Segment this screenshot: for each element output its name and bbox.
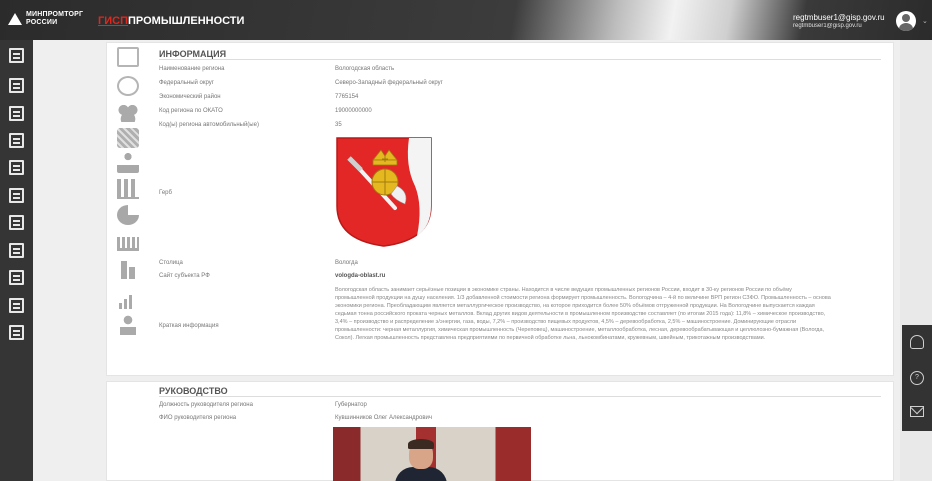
top-header: МИНПРОМТОРГ РОССИИ ГИСП ПРОМЫШЛЕННОСТИ r… [0,0,932,40]
row-value: Кувшинников Олег Александрович [335,415,433,421]
user-avatar-icon[interactable] [896,11,916,31]
industry-category-icon[interactable] [117,259,139,279]
governor-portrait [395,439,447,481]
coat-of-arms-image [336,137,432,247]
row-value: Северо-Западный федеральный округ [335,80,443,86]
row-value: 19000000000 [335,108,372,114]
plane-icon[interactable] [9,160,24,175]
buildings-icon[interactable] [9,78,24,93]
row-value: 7765154 [335,94,359,100]
leadership-section-title: РУКОВОДСТВО [159,386,228,396]
portrait-hair [408,439,434,449]
site-label: Сайт субъекта РФ [159,273,210,279]
row-label: Наименование региона [159,66,225,72]
brand-suffix: ПРОМЫШЛЕННОСТИ [128,15,245,27]
report-icon[interactable] [9,215,24,230]
info-card: ИНФОРМАЦИЯ Наименование региона Вологодс… [106,42,894,376]
brand-title[interactable]: ГИСП ПРОМЫШЛЕННОСТИ [98,15,244,27]
info-section-title: ИНФОРМАЦИЯ [159,49,227,59]
barcode-icon[interactable] [9,270,24,285]
portrait-body [395,467,447,481]
map-category-icon[interactable] [117,128,139,148]
capital-label: Столица [159,260,183,266]
calendar-icon[interactable] [9,188,24,203]
headset-icon[interactable] [910,335,924,349]
people-category-icon[interactable] [117,102,139,122]
bar-chart-category-icon[interactable] [117,179,139,199]
finance-category-icon[interactable] [117,315,139,335]
logo-text: МИНПРОМТОРГ РОССИИ [26,11,84,26]
row-label: Экономический район [159,94,221,100]
ministry-logo[interactable]: МИНПРОМТОРГ РОССИИ [8,11,84,27]
sidebar [0,40,33,481]
user-sub: regtmbuser1@gisp.gov.ru [793,23,862,29]
help-icon[interactable]: ? [910,371,924,385]
factory-category-icon[interactable] [117,237,139,251]
logo-mark-icon [8,13,22,25]
list-icon[interactable] [9,298,24,313]
capital-value: Вологда [335,260,358,266]
row-label: Должность руководителя региона [159,402,253,408]
row-value: Вологодская область [335,66,395,72]
user-info[interactable]: regtmbuser1@gisp.gov.ru regtmbuser1@gisp… [793,13,885,31]
growth-category-icon[interactable] [117,289,139,309]
row-label: Код региона по ОКАТО [159,108,223,114]
grid-icon[interactable] [9,48,24,63]
chevron-down-icon[interactable]: ⌄ [922,17,928,25]
brand-prefix: ГИСП [98,15,128,27]
document-icon[interactable] [9,106,24,121]
leader-category-icon[interactable] [117,153,139,173]
short-info-label: Краткая информация [159,323,219,329]
star-icon[interactable] [9,243,24,258]
globe-category-icon[interactable] [117,76,139,96]
leadership-section-divider [159,396,881,397]
import-icon[interactable] [9,133,24,148]
row-label: ФИО руководителя региона [159,415,237,421]
short-info-text: Вологодская область занимает серьёзные п… [335,287,831,341]
info-section-divider [159,59,881,60]
row-label: Федеральный округ [159,80,214,86]
governor-photo [333,427,531,481]
floating-help-panel: ? [902,325,932,431]
pie-chart-category-icon[interactable] [117,205,139,225]
leadership-card: РУКОВОДСТВО Должность руководителя регио… [106,381,894,481]
row-value: 35 [335,122,342,128]
id-card-icon[interactable] [9,325,24,340]
mail-icon[interactable] [910,406,924,417]
row-label: Код(ы) региона автомобильный(ые) [159,122,259,128]
row-value: Губернатор [335,402,367,408]
user-email: regtmbuser1@gisp.gov.ru [793,13,885,22]
site-link[interactable]: vologda-oblast.ru [335,273,385,279]
info-category-icon[interactable] [117,47,139,67]
coat-of-arms-label: Герб [159,190,172,196]
main-content: ИНФОРМАЦИЯ Наименование региона Вологодс… [33,40,900,481]
